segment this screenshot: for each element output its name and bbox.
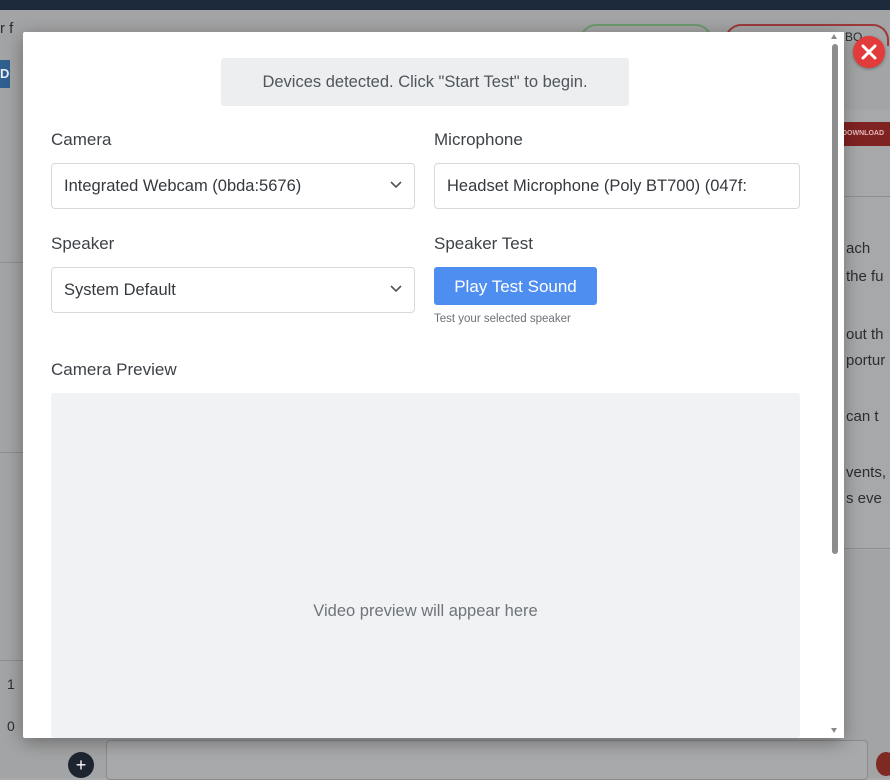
microphone-select-value: Headset Microphone (Poly BT700) (047f:: [447, 177, 747, 195]
scroll-up-arrow-icon[interactable]: [831, 34, 837, 39]
scrollbar-thumb[interactable]: [832, 44, 838, 554]
app-top-bar: [0, 0, 890, 10]
camera-preview-label: Camera Preview: [51, 360, 177, 379]
background-download-button: DOWNLOAD: [842, 122, 890, 146]
background-text-fragment: s eve: [846, 490, 882, 507]
scroll-down-arrow-icon[interactable]: [831, 728, 837, 733]
background-divider: [0, 660, 23, 661]
speaker-test-hint: Test your selected speaker: [434, 313, 571, 325]
background-divider: [0, 452, 23, 453]
camera-label: Camera: [51, 130, 112, 149]
background-text-fragment: can t: [846, 408, 879, 425]
camera-select[interactable]: Integrated Webcam (0bda:5676): [51, 163, 415, 209]
close-modal-button[interactable]: [853, 36, 885, 68]
background-text-fragment: the fu: [846, 268, 884, 285]
send-icon[interactable]: [876, 752, 890, 776]
speaker-label: Speaker: [51, 234, 115, 253]
camera-preview-placeholder: Video preview will appear here: [313, 602, 538, 620]
background-chip: DC: [0, 60, 10, 88]
background-text-fragment: out th: [846, 326, 884, 343]
background-text-fragment: portur: [846, 352, 886, 369]
chevron-down-icon: [390, 285, 402, 293]
camera-select-value: Integrated Webcam (0bda:5676): [64, 177, 302, 195]
background-text-fragment: vents,: [846, 464, 887, 481]
background-text-fragment: 1: [7, 676, 15, 692]
background-divider: [842, 548, 890, 549]
chevron-down-icon: [390, 181, 402, 189]
device-test-modal: Devices detected. Click "Start Test" to …: [23, 32, 843, 738]
speaker-test-label: Speaker Test: [434, 234, 533, 253]
chat-input[interactable]: [106, 740, 868, 780]
background-text-fragment: ach: [846, 240, 871, 257]
background-text-fragment: r f: [0, 20, 14, 37]
background-text-fragment: 0: [7, 718, 15, 734]
close-icon: [861, 44, 877, 60]
play-test-sound-button[interactable]: Play Test Sound: [434, 267, 597, 305]
modal-scrollbar[interactable]: [826, 32, 844, 738]
status-banner: Devices detected. Click "Start Test" to …: [221, 58, 629, 106]
add-icon[interactable]: +: [68, 752, 94, 778]
microphone-label: Microphone: [434, 130, 523, 149]
speaker-select-value: System Default: [64, 281, 176, 299]
background-divider: [842, 196, 890, 197]
microphone-select[interactable]: Headset Microphone (Poly BT700) (047f:: [434, 163, 800, 209]
speaker-select[interactable]: System Default: [51, 267, 415, 313]
background-divider: [0, 262, 23, 263]
camera-preview-area: Video preview will appear here: [51, 393, 800, 738]
